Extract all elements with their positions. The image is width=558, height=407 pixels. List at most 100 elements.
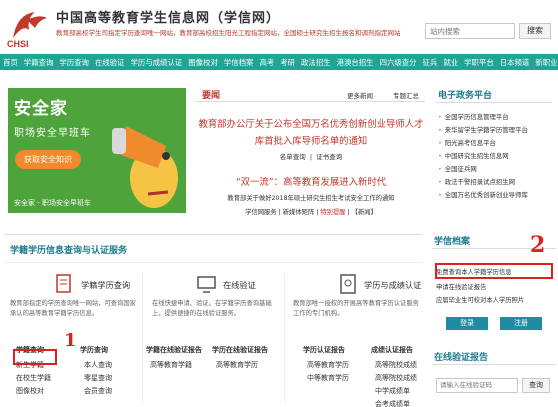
headline-line2: 库首批入库导师名单的通知 [254,136,368,147]
nav-item-japan[interactable]: 日本频道 [500,57,530,68]
news-heading: 要闻 [202,91,221,101]
degree-verify-title: 学历在线验证报告 [212,346,268,354]
nav-item-photo-check[interactable]: 图像校对 [188,57,218,68]
apply-verify-link[interactable]: 申请在线验证报告 [436,282,486,291]
nav-item-online-verify[interactable]: 在线验证 [95,57,125,68]
news-links-row: 学信网服务 | 新媒体矩阵 | 特别提醒 | 【新闻】 [245,209,377,216]
member-query-link[interactable]: 会员查询 [84,386,112,396]
site-title[interactable]: 中国高等教育学生信息网（学信网） [56,7,280,26]
online-verify-panel: 在线验证报告 查询 [432,350,556,393]
nav-item-degree-query[interactable]: 学历查询 [59,57,89,68]
column-separator [142,273,143,403]
secondary-ed-cert-link[interactable]: 中等教育学历 [307,373,349,383]
nav-item-new-career[interactable]: 新职业 [535,57,557,68]
nav-item-law-enroll[interactable]: 政法招生 [301,57,331,68]
certificate-query-link[interactable]: 证书查询 [316,153,342,161]
nav-item-gaokao[interactable]: 高考 [259,57,274,68]
service-title: 学籍学历信息查询与认证服务 [10,246,128,256]
monitor-icon [197,276,216,293]
nav-item-kaoyan[interactable]: 考研 [280,57,295,68]
certificate-icon [340,274,356,294]
news-header: 要闻 更多新闻 专题汇总 [195,88,425,102]
headline-link[interactable]: 教育部办公厅关于公布全国万名优秀创新创业导师人才 库首批入库导师名单的通知 [195,116,427,150]
search-button[interactable]: 搜索 [519,23,551,39]
college-score-link-2[interactable]: 高等院校成绩 [375,373,417,383]
logo-text: CHSI [7,39,29,48]
graduate-photo-link[interactable]: 应届毕业生可校对本人学历照片 [436,295,524,304]
media-matrix-link[interactable]: 新媒体矩阵 [283,209,314,216]
egov-item[interactable]: 全国征兵网 [436,163,552,176]
annotation-box-2 [435,263,553,279]
degree-query-sub-title: 学历查询 [80,346,108,354]
megaphone-character-icon [112,126,178,208]
egov-item[interactable]: 全国学历信息管理平台 [436,111,552,124]
chsi-logo-icon[interactable]: CHSI [5,8,51,48]
egov-item[interactable]: 阳光高考信息平台 [436,137,552,150]
single-query-link[interactable]: 零星查询 [84,373,112,383]
nav-item-employment[interactable]: 就业 [443,57,458,68]
degree-cert-desc: 教育部唯一授权的开展高等教育学历认证服务工作的专门机构。 [293,300,419,317]
nav-item-hk-tw-enroll[interactable]: 港澳台招生 [337,57,374,68]
special-notice-link[interactable]: 特别提醒 [320,209,345,216]
annotation-mark-1: 1 [64,330,77,351]
news-bracket-link[interactable]: 【新闻】 [352,209,377,216]
egov-item[interactable]: 来华留学生学籍学历管理平台 [436,124,552,137]
nav-item-conscription[interactable]: 征兵 [423,57,438,68]
enrolled-status-link[interactable]: 在校生学籍 [16,373,51,383]
verify-code-input[interactable] [436,378,518,393]
online-verify-desc: 在线快捷申请、验证。在学籍学历查询基础上，提供便捷的在线验证服务。 [152,300,272,317]
degree-cert-title[interactable]: 学历与成绩认证 [364,279,421,291]
degree-cert-report-title: 学历认证报告 [303,346,345,354]
news-item-link[interactable]: 教育部关于做好2018年硕士研究生招生考试安全工作的通知 [195,193,427,202]
egov-item[interactable]: 全国万名优秀创新创业导师库 [436,189,552,202]
egov-heading: 电子政务平台 [436,88,552,103]
higher-ed-cert-link[interactable]: 高等教育学历 [307,360,349,370]
document-search-icon [56,274,71,293]
egov-item[interactable]: 政法干警招录试点招生网 [436,176,552,189]
sub-link-separator: | [309,153,313,161]
nav-item-home[interactable]: 首页 [3,57,18,68]
annotation-mark-2: 2 [530,232,546,258]
list-query-link[interactable]: 名单查询 [280,153,306,161]
huikao-score-link[interactable]: 会考成绩单 [375,399,410,407]
online-verify-title[interactable]: 在线验证 [223,279,256,291]
promo-banner[interactable]: 安全家 职场安全早班车 获取安全知识 安全家 - 职场安全早班车 [8,88,186,213]
service-panel: 学籍学历信息查询与认证服务 学籍学历查询 教育部指定的学历查询唯一网站，可查询国… [4,234,422,407]
online-verify-column: 在线验证 在线快捷申请、验证。在学籍学历查询基础上，提供便捷的在线验证服务。 学… [146,273,281,407]
degree-query-title[interactable]: 学籍学历查询 [81,279,130,291]
login-button[interactable]: 登录 [446,317,488,330]
site-header: CHSI 中国高等教育学生信息网（学信网） 教育部高校学生司指定学历查询唯一网站… [0,0,558,54]
banner-subtitle: 职场安全早班车 [14,128,91,139]
site-tagline: 教育部高校学生司指定学历查询唯一网站，教育部高校招生阳光工程指定网站，全国硕士研… [56,29,401,37]
site-search-input[interactable] [425,23,515,39]
more-news-link[interactable]: 更多新闻 [347,90,373,100]
nav-item-career-platform[interactable]: 学职平台 [464,57,494,68]
higher-ed-status-link[interactable]: 高等教育学籍 [150,360,192,370]
banner-caption: 安全家 - 职场安全早班车 [14,199,91,207]
middle-school-score-link[interactable]: 中学成绩单 [375,386,410,396]
nav-item-degree-cert[interactable]: 学历与成绩认证 [131,57,183,68]
annotation-box-1 [13,349,57,365]
special-topics-link[interactable]: 专题汇总 [393,90,419,100]
nav-item-student-status[interactable]: 学籍查询 [24,57,54,68]
egov-panel: 电子政务平台 全国学历信息管理平台 来华留学生学籍学历管理平台 阳光高考信息平台… [436,88,552,202]
self-query-link[interactable]: 本人查询 [84,360,112,370]
headline-line1: 教育部办公厅关于公布全国万名优秀创新创业导师人才 [198,119,424,130]
photo-check-link[interactable]: 图像校对 [16,386,44,396]
egov-item[interactable]: 中国研究生招生信息网 [436,150,552,163]
banner-title: 安全家 [14,99,68,119]
service-link[interactable]: 学信网服务 [245,209,276,216]
banner-cta-button[interactable]: 获取安全知识 [15,150,81,169]
register-button[interactable]: 注册 [500,317,542,330]
degree-query-desc: 教育部指定的学历查询唯一网站，可查询国家承认的高等教育学籍学历信息。 [10,300,136,317]
verify-heading: 在线验证报告 [432,350,556,365]
service-divider [4,262,422,263]
main-nav: 首页 学籍查询 学历查询 在线验证 学历与成绩认证 图像校对 学信档案 高考 考… [0,54,558,70]
headline2-link[interactable]: “双一流”：高等教育发展进入新时代 [195,174,427,188]
nav-item-cet-score[interactable]: 四六级查分 [380,57,417,68]
higher-ed-degree-link[interactable]: 高等教育学历 [216,360,258,370]
nav-item-archive[interactable]: 学信档案 [224,57,254,68]
verify-query-button[interactable]: 查询 [522,378,550,393]
college-score-link[interactable]: 高等院校成绩 [375,360,417,370]
headline-sub-links: 名单查询 | 证书查询 [195,151,427,161]
